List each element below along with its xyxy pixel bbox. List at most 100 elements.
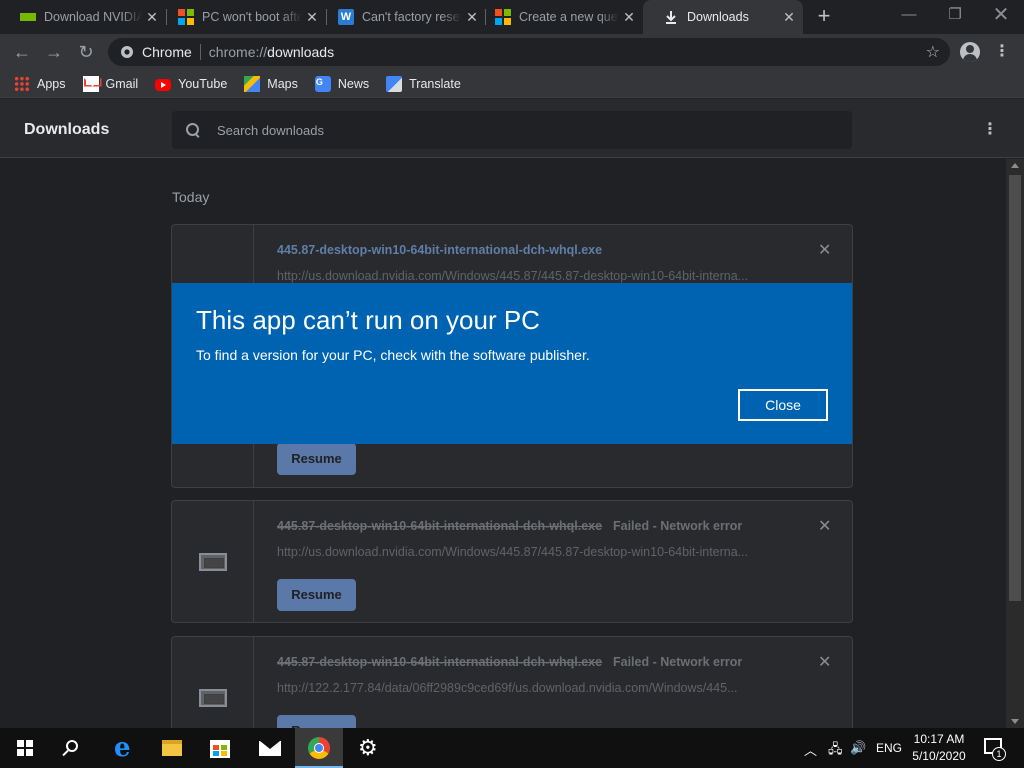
tab-create-new-question[interactable]: Create a new question ✕ xyxy=(475,0,643,34)
back-arrow-icon[interactable]: ← xyxy=(10,40,34,64)
profile-avatar-icon[interactable] xyxy=(960,42,980,62)
tab-label: Download NVIDIA xyxy=(44,10,142,24)
bookmark-label: Maps xyxy=(267,76,298,91)
downloads-menu-icon[interactable]: ⋮ xyxy=(982,119,998,139)
bookmark-gmail[interactable]: Gmail xyxy=(82,75,139,92)
tab-label: Downloads xyxy=(687,10,749,24)
page-scrollbar[interactable] xyxy=(1006,159,1024,728)
date-group-label: Today xyxy=(172,189,210,205)
remove-item-icon[interactable]: ✕ xyxy=(818,240,831,260)
scroll-up-arrow-icon[interactable] xyxy=(1011,163,1019,168)
bookmark-maps[interactable]: Maps xyxy=(244,75,298,92)
maps-icon xyxy=(244,75,261,92)
youtube-icon xyxy=(155,78,172,91)
resume-button[interactable]: Resume xyxy=(277,579,356,611)
file-icon-column xyxy=(172,501,254,622)
dialog-title: This app can’t run on your PC xyxy=(196,305,540,335)
folder-icon xyxy=(162,740,182,756)
chrome-icon xyxy=(308,737,330,759)
scroll-down-arrow-icon[interactable] xyxy=(1011,719,1019,724)
tab-label: Create a new question xyxy=(519,10,619,24)
bookmark-label: News xyxy=(337,76,370,91)
page-title: Downloads xyxy=(24,121,110,138)
downloads-header: Downloads Search downloads ⋮ xyxy=(0,99,1024,158)
close-icon[interactable]: ✕ xyxy=(619,9,639,26)
gear-icon: ⚙ xyxy=(358,735,378,760)
search-downloads-input[interactable]: Search downloads xyxy=(172,111,852,149)
file-icon-column xyxy=(172,637,254,728)
clock-date: 5/10/2020 xyxy=(912,749,966,763)
chevron-up-icon[interactable]: ︿ xyxy=(804,740,817,759)
resume-button[interactable]: Resume xyxy=(277,443,356,475)
star-icon[interactable]: ☆ xyxy=(926,42,940,62)
bookmark-label: Apps xyxy=(37,76,66,91)
address-bar[interactable]: Chrome chrome://downloads ☆ xyxy=(108,38,950,66)
news-icon xyxy=(314,75,331,92)
search-icon xyxy=(66,740,78,752)
close-icon[interactable]: ✕ xyxy=(779,9,799,26)
new-tab-button[interactable]: + xyxy=(812,4,836,30)
search-icon xyxy=(186,123,200,137)
window-close-icon[interactable]: ✕ xyxy=(978,0,1024,30)
browser-toolbar: ← → ↻ Chrome chrome://downloads ☆ ⋮ xyxy=(0,34,1024,70)
more-menu-icon[interactable]: ⋮ xyxy=(994,42,1010,62)
windows-logo-icon xyxy=(17,740,33,756)
minimize-icon[interactable]: — xyxy=(886,0,932,30)
store-icon xyxy=(210,740,230,758)
clock-time: 10:17 AM xyxy=(913,732,965,746)
scroll-thumb[interactable] xyxy=(1009,175,1021,601)
bookmark-label: YouTube xyxy=(178,76,228,91)
download-status: Failed - Network error xyxy=(613,655,743,669)
notification-count-badge: 1 xyxy=(992,747,1006,761)
close-button[interactable]: Close xyxy=(738,389,828,421)
volume-icon[interactable]: 🔊 xyxy=(850,740,866,756)
site-label: Chrome xyxy=(142,44,192,60)
remove-item-icon[interactable]: ✕ xyxy=(818,516,831,536)
tab-downloads[interactable]: Downloads ✕ xyxy=(643,0,803,34)
reload-icon[interactable]: ↻ xyxy=(74,40,98,64)
file-name-link[interactable]: 445.87-desktop-win10-64bit-international… xyxy=(277,243,602,257)
edge-icon: e xyxy=(114,733,131,763)
download-icon xyxy=(663,9,679,25)
apps-icon xyxy=(14,75,30,92)
url-scheme: chrome:// xyxy=(208,44,268,60)
bookmark-youtube[interactable]: YouTube xyxy=(155,77,227,91)
microsoft-icon xyxy=(178,9,194,25)
tab-label: PC won't boot after xyxy=(202,10,302,24)
dialog-message: To find a version for your PC, check wit… xyxy=(196,347,590,363)
remove-item-icon[interactable]: ✕ xyxy=(818,652,831,672)
file-url[interactable]: http://us.download.nvidia.com/Windows/44… xyxy=(277,545,777,559)
file-icon xyxy=(199,688,227,707)
file-url[interactable]: http://us.download.nvidia.com/Windows/44… xyxy=(277,269,777,283)
network-icon[interactable]: 🖧 xyxy=(828,740,843,762)
resume-button[interactable]: Resume xyxy=(277,715,356,728)
tab-label: Can't factory reset xyxy=(362,10,462,24)
tab-download-nvidia[interactable]: Download NVIDIA ✕ xyxy=(0,0,166,34)
gmail-icon xyxy=(82,75,99,92)
bookmark-label: Translate xyxy=(409,76,461,91)
bookmark-news[interactable]: News xyxy=(314,75,370,92)
file-url[interactable]: http://122.2.177.84/data/06ff2989c9ced69… xyxy=(277,681,777,695)
w-icon: W xyxy=(338,9,354,25)
file-name: 445.87-desktop-win10-64bit-international… xyxy=(277,519,603,533)
forward-arrow-icon[interactable]: → xyxy=(42,40,66,64)
nvidia-icon xyxy=(20,13,36,21)
restore-icon[interactable]: ❐ xyxy=(932,0,978,30)
download-status: Failed - Network error xyxy=(613,519,743,533)
app-cant-run-dialog: This app can’t run on your PC To find a … xyxy=(172,283,852,444)
bookmark-translate[interactable]: Translate xyxy=(386,75,461,92)
tab-pc-wont-boot[interactable]: PC won't boot after ✕ xyxy=(158,0,326,34)
file-icon xyxy=(199,552,227,571)
bookmark-apps[interactable]: Apps xyxy=(14,75,66,92)
download-item: 445.87-desktop-win10-64bit-international… xyxy=(171,636,853,728)
start-button[interactable] xyxy=(0,728,48,768)
bookmarks-bar: Apps Gmail YouTube Maps News Translate xyxy=(0,70,1024,98)
clock[interactable]: 10:17 AM 5/10/2020 xyxy=(910,731,968,765)
translate-icon xyxy=(386,75,403,92)
search-placeholder: Search downloads xyxy=(217,122,324,138)
tab-cant-factory-reset[interactable]: W Can't factory reset ✕ xyxy=(318,0,486,34)
input-language-indicator[interactable]: ENG xyxy=(876,741,902,755)
bookmark-label: Gmail xyxy=(105,76,139,91)
omnibox-separator xyxy=(199,44,201,60)
mail-icon xyxy=(259,741,281,756)
